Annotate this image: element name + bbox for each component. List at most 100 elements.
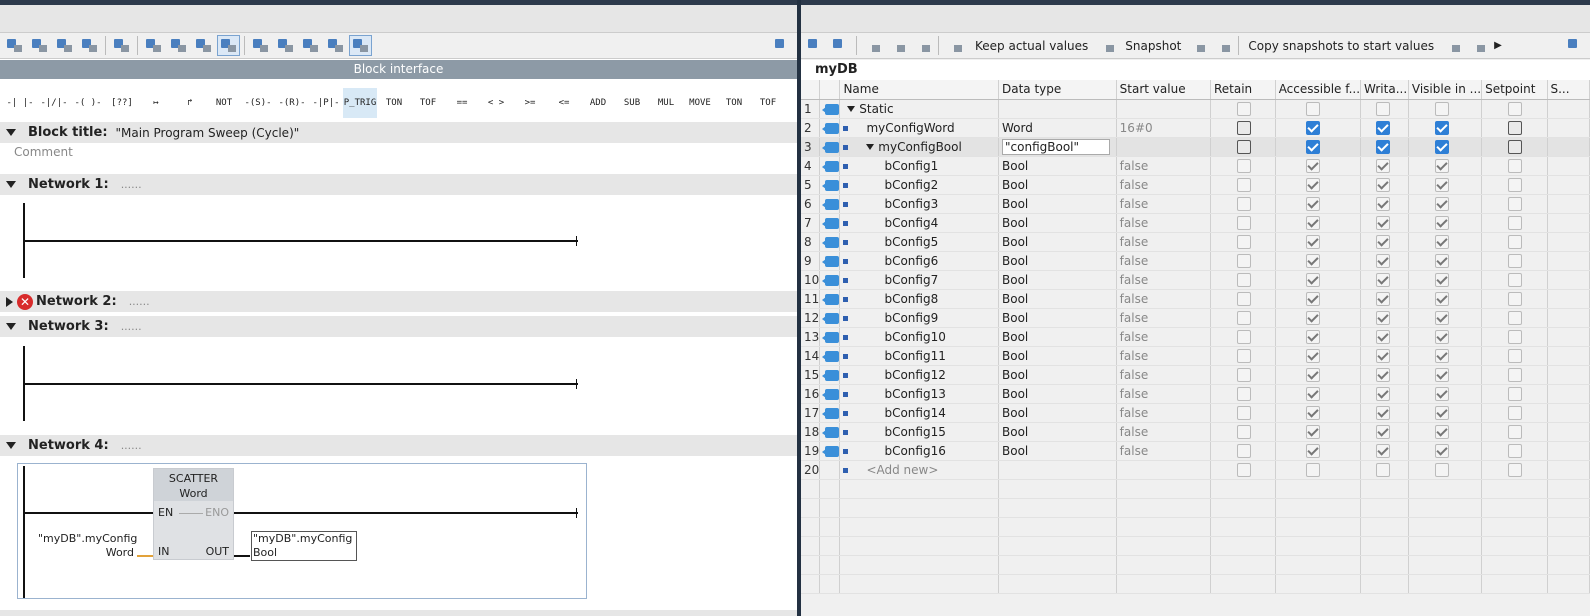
table-row[interactable]: 12 bConfig9 Bool false bbox=[801, 308, 1590, 328]
checkbox[interactable] bbox=[1376, 196, 1391, 211]
checkbox[interactable] bbox=[1236, 424, 1251, 439]
checkbox[interactable] bbox=[1508, 101, 1523, 116]
checkbox[interactable] bbox=[1508, 177, 1523, 192]
ladder-instruction[interactable]: < > bbox=[479, 88, 513, 118]
block-title-value[interactable]: "Main Program Sweep (Cycle)" bbox=[116, 126, 300, 140]
member-name[interactable]: bConfig8 bbox=[884, 292, 938, 306]
copy-snapshots-button[interactable]: Copy snapshots to start values bbox=[1248, 39, 1434, 53]
checkbox[interactable] bbox=[1434, 462, 1449, 477]
network-sort-icon[interactable] bbox=[275, 36, 296, 55]
checkbox[interactable] bbox=[1376, 120, 1391, 135]
table-row[interactable]: 8 bConfig5 Bool false bbox=[801, 232, 1590, 252]
checkbox[interactable] bbox=[1305, 120, 1320, 135]
layout-icon[interactable] bbox=[772, 36, 793, 55]
layout-icon[interactable] bbox=[1565, 36, 1586, 55]
member-name[interactable]: bConfig10 bbox=[884, 330, 945, 344]
data-type-value[interactable]: Bool bbox=[1002, 330, 1028, 344]
start-value[interactable]: false bbox=[1116, 175, 1211, 195]
checkbox[interactable] bbox=[1305, 139, 1320, 154]
data-type-value[interactable]: Bool bbox=[1002, 216, 1028, 230]
checkbox[interactable] bbox=[1434, 272, 1449, 287]
column-header[interactable]: Accessible f... bbox=[1275, 80, 1362, 100]
table-row[interactable]: 17 bConfig14 Bool false bbox=[801, 403, 1590, 423]
checkbox[interactable] bbox=[1236, 310, 1251, 325]
checkbox[interactable] bbox=[1508, 272, 1523, 287]
checkbox[interactable] bbox=[1434, 348, 1449, 363]
checkbox[interactable] bbox=[1508, 310, 1523, 325]
ladder-instruction[interactable]: [??] bbox=[105, 88, 139, 118]
ladder-instruction[interactable]: TOF bbox=[751, 88, 785, 118]
checkbox[interactable] bbox=[1376, 329, 1391, 344]
checkbox[interactable] bbox=[1376, 215, 1391, 230]
download-icon[interactable] bbox=[300, 36, 321, 55]
checkbox[interactable] bbox=[1434, 139, 1449, 154]
insert-network-icon[interactable] bbox=[4, 36, 25, 55]
data-type-value[interactable]: Bool bbox=[1002, 292, 1028, 306]
ladder-instruction[interactable]: -(R)- bbox=[275, 88, 309, 118]
member-name[interactable]: bConfig16 bbox=[884, 444, 945, 458]
start-value[interactable]: false bbox=[1116, 327, 1211, 347]
comment-icon[interactable] bbox=[217, 35, 240, 56]
start-value[interactable]: false bbox=[1116, 308, 1211, 328]
in-operand[interactable]: "myDB".myConfig Word bbox=[38, 532, 137, 560]
checkbox[interactable] bbox=[1305, 158, 1320, 173]
checkbox[interactable] bbox=[1376, 101, 1391, 116]
checkbox[interactable] bbox=[1305, 291, 1320, 306]
checkbox[interactable] bbox=[1236, 367, 1251, 382]
list-icon[interactable] bbox=[143, 36, 164, 55]
checkbox[interactable] bbox=[1434, 424, 1449, 439]
checkbox[interactable] bbox=[1236, 443, 1251, 458]
column-header[interactable]: Retain bbox=[1210, 80, 1276, 100]
checkbox[interactable] bbox=[1376, 139, 1391, 154]
table-row[interactable]: 20 <Add new> bbox=[801, 460, 1590, 480]
checkbox[interactable] bbox=[1236, 462, 1251, 477]
checkbox[interactable] bbox=[1305, 329, 1320, 344]
network-1-header[interactable]: Network 1: ...... bbox=[0, 174, 797, 195]
data-type-value[interactable]: Bool bbox=[1002, 254, 1028, 268]
start-value[interactable]: false bbox=[1116, 213, 1211, 233]
table-row[interactable]: 2 myConfigWord Word 16#0 bbox=[801, 118, 1590, 138]
network-down-icon[interactable] bbox=[250, 36, 271, 55]
snapshot-save-icon[interactable] bbox=[1212, 36, 1233, 55]
member-name[interactable]: bConfig7 bbox=[884, 273, 938, 287]
ladder-instruction[interactable]: TON bbox=[717, 88, 751, 118]
checkbox[interactable] bbox=[1434, 234, 1449, 249]
ladder-instruction[interactable]: MUL bbox=[649, 88, 683, 118]
collapse-triangle-icon[interactable] bbox=[6, 323, 16, 330]
expand-triangle-icon[interactable] bbox=[6, 296, 13, 307]
table-row[interactable]: 19 bConfig16 Bool false bbox=[801, 441, 1590, 461]
start-value[interactable]: false bbox=[1116, 232, 1211, 252]
insert-row-icon[interactable] bbox=[805, 36, 826, 55]
checkbox[interactable] bbox=[1508, 405, 1523, 420]
data-type-value[interactable]: Bool bbox=[1002, 235, 1028, 249]
expand-triangle-icon[interactable] bbox=[847, 106, 856, 112]
checkbox[interactable] bbox=[1376, 291, 1391, 306]
checkbox[interactable] bbox=[1305, 215, 1320, 230]
column-header[interactable]: Writa... bbox=[1360, 80, 1409, 100]
network-3-wire[interactable] bbox=[24, 383, 578, 385]
table-row[interactable]: 5 bConfig2 Bool false bbox=[801, 175, 1590, 195]
start-value[interactable]: false bbox=[1116, 156, 1211, 176]
table-row[interactable]: 3 myConfigBool "configBool" bbox=[801, 137, 1590, 157]
checkbox[interactable] bbox=[1305, 462, 1320, 477]
checkbox[interactable] bbox=[1236, 196, 1251, 211]
checkbox[interactable] bbox=[1508, 348, 1523, 363]
checkbox[interactable] bbox=[1508, 291, 1523, 306]
member-name[interactable]: bConfig13 bbox=[884, 387, 945, 401]
list-icon[interactable] bbox=[912, 36, 933, 55]
checkbox[interactable] bbox=[1376, 424, 1391, 439]
ladder-instruction[interactable]: SUB bbox=[615, 88, 649, 118]
ladder-instruction[interactable]: P_TRIG bbox=[343, 88, 377, 118]
checkbox[interactable] bbox=[1434, 329, 1449, 344]
checkbox[interactable] bbox=[1434, 386, 1449, 401]
checkbox[interactable] bbox=[1508, 120, 1523, 135]
member-name[interactable]: bConfig2 bbox=[884, 178, 938, 192]
checkbox[interactable] bbox=[1236, 177, 1251, 192]
checkbox[interactable] bbox=[1434, 310, 1449, 325]
ladder-instruction[interactable]: -(S)- bbox=[241, 88, 275, 118]
checkbox[interactable] bbox=[1508, 196, 1523, 211]
start-value[interactable]: false bbox=[1116, 403, 1211, 423]
checkbox[interactable] bbox=[1236, 291, 1251, 306]
checkbox[interactable] bbox=[1236, 329, 1251, 344]
checkbox[interactable] bbox=[1305, 234, 1320, 249]
